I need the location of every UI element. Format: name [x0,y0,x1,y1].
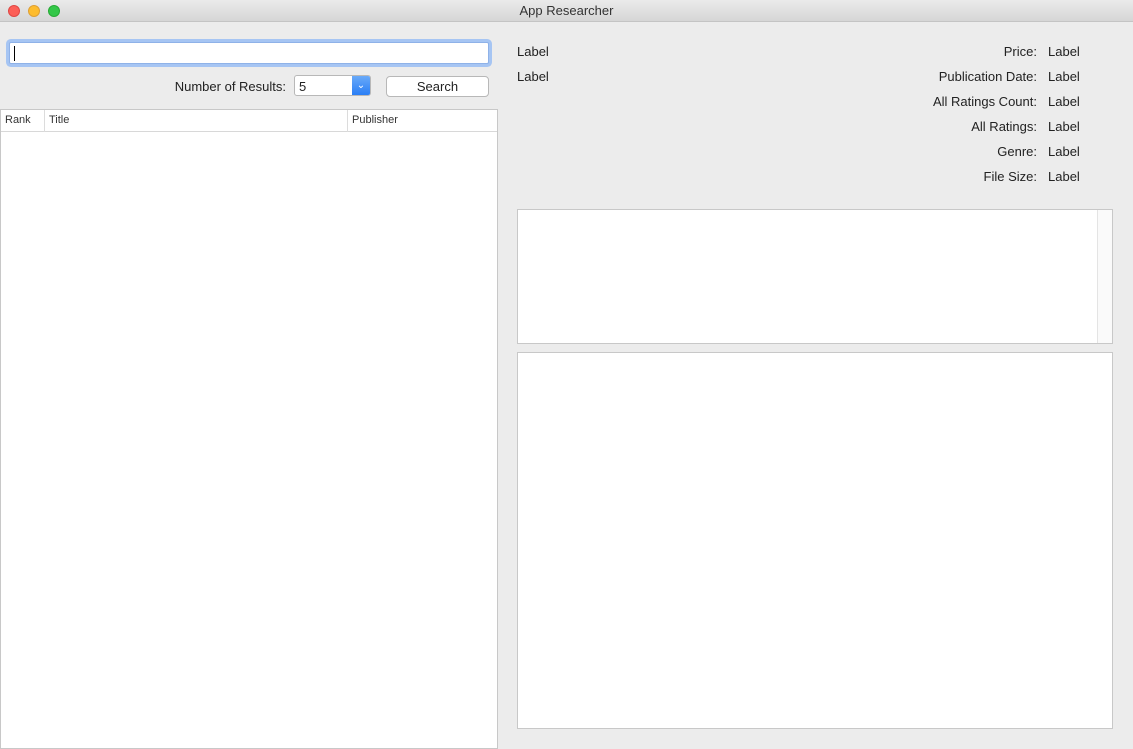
number-of-results-label: Number of Results: [174,79,286,94]
close-window-button[interactable] [8,5,20,17]
price-value: Label [1048,44,1080,59]
description-text-view[interactable] [517,209,1113,344]
app-subtitle-label: Label [517,69,549,84]
vertical-scrollbar[interactable] [1097,210,1112,343]
all-ratings-count-key: All Ratings Count: [932,94,1037,109]
app-name-label: Label [517,44,549,59]
column-header-title[interactable]: Title [44,110,347,132]
minimize-window-button[interactable] [28,5,40,17]
genre-value: Label [1048,144,1080,159]
publication-date-key: Publication Date: [938,69,1037,84]
price-key: Price: [1003,44,1037,59]
publication-date-value: Label [1048,69,1080,84]
window-title: App Researcher [519,3,614,18]
all-ratings-value: Label [1048,119,1080,134]
search-button[interactable]: Search [386,76,489,97]
zoom-window-button[interactable] [48,5,60,17]
results-table[interactable]: Rank Title Publisher [0,109,498,749]
number-of-results-value: 5 [299,79,307,94]
title-bar: App Researcher [0,0,1133,22]
genre-key: Genre: [997,144,1037,159]
column-header-publisher[interactable]: Publisher [347,110,497,132]
all-ratings-count-value: Label [1048,94,1080,109]
file-size-key: File Size: [983,169,1037,184]
number-of-results-select[interactable]: 5 ⌄ [294,75,371,96]
all-ratings-key: All Ratings: [971,119,1037,134]
chevron-down-icon[interactable]: ⌄ [352,76,370,95]
table-header: Rank Title Publisher [1,110,497,132]
text-caret [14,46,15,61]
column-header-rank[interactable]: Rank [1,110,44,132]
search-input[interactable] [9,42,489,64]
details-text-view[interactable] [517,352,1113,729]
file-size-value: Label [1048,169,1080,184]
